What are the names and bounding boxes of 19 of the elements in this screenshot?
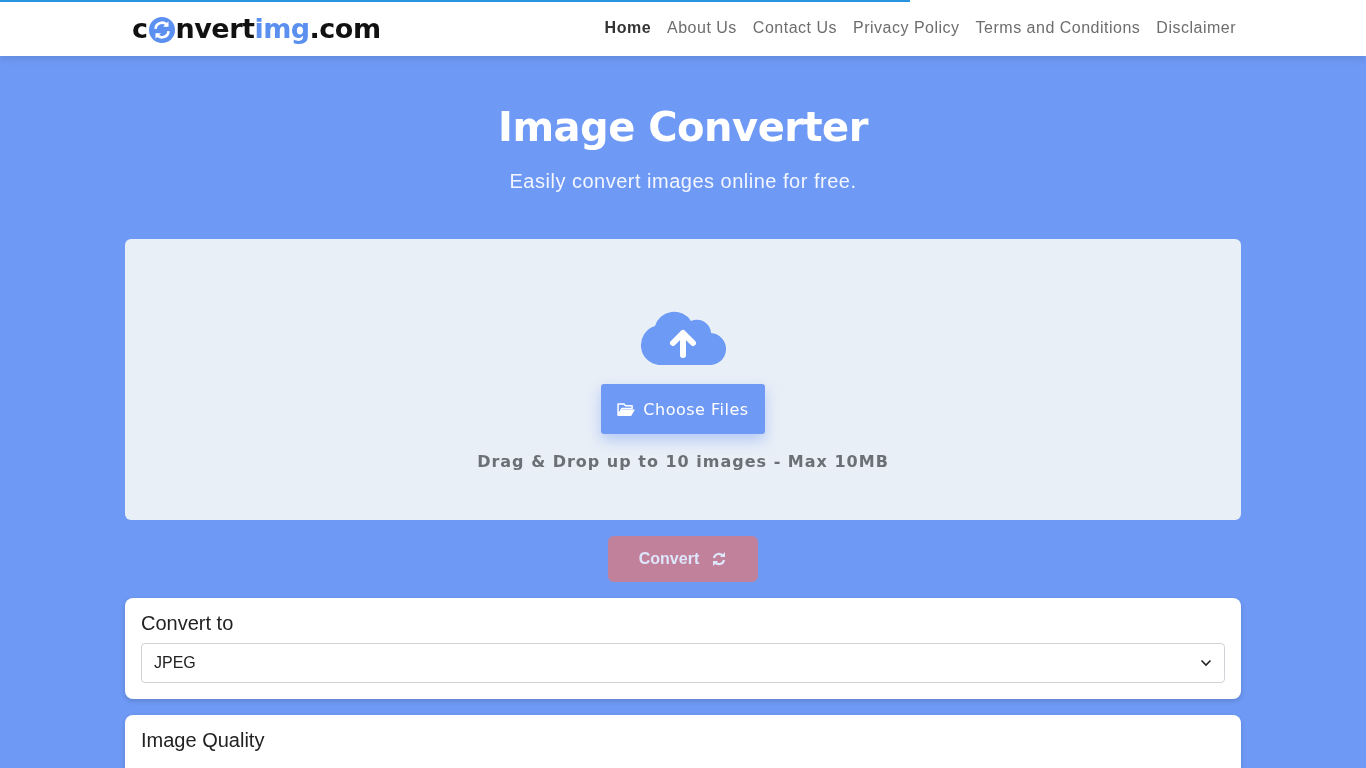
page-subtitle: Easily convert images online for free. bbox=[509, 170, 857, 193]
nav-link[interactable]: Home bbox=[604, 19, 652, 37]
page-title: Image Converter bbox=[498, 104, 868, 150]
card-title: Convert to bbox=[141, 612, 235, 635]
refresh-icon bbox=[711, 551, 728, 567]
card-title: Image Quality bbox=[141, 729, 266, 752]
nav-link[interactable]: Contact Us bbox=[752, 19, 837, 37]
drop-hint: Drag & Drop up to 10 images - Max 10MB bbox=[477, 452, 889, 471]
folder-icon bbox=[617, 401, 637, 417]
choose-files-button[interactable]: Choose Files bbox=[601, 384, 765, 434]
site-logo[interactable]: c nvertimg.com bbox=[132, 12, 381, 44]
nav-link[interactable]: Terms and Conditions bbox=[975, 19, 1141, 37]
nav-link[interactable]: Privacy Policy bbox=[853, 19, 960, 37]
cloud-upload-icon bbox=[639, 311, 727, 365]
format-dropdown[interactable]: JPEG bbox=[141, 643, 1225, 683]
nav-link[interactable]: About Us bbox=[667, 19, 737, 37]
chevron-down-icon bbox=[1200, 659, 1212, 667]
nav-link[interactable]: Disclaimer bbox=[1156, 19, 1236, 37]
drop-zone[interactable]: Choose Files Drag & Drop up to 10 images - Max 10MB bbox=[125, 239, 1241, 520]
